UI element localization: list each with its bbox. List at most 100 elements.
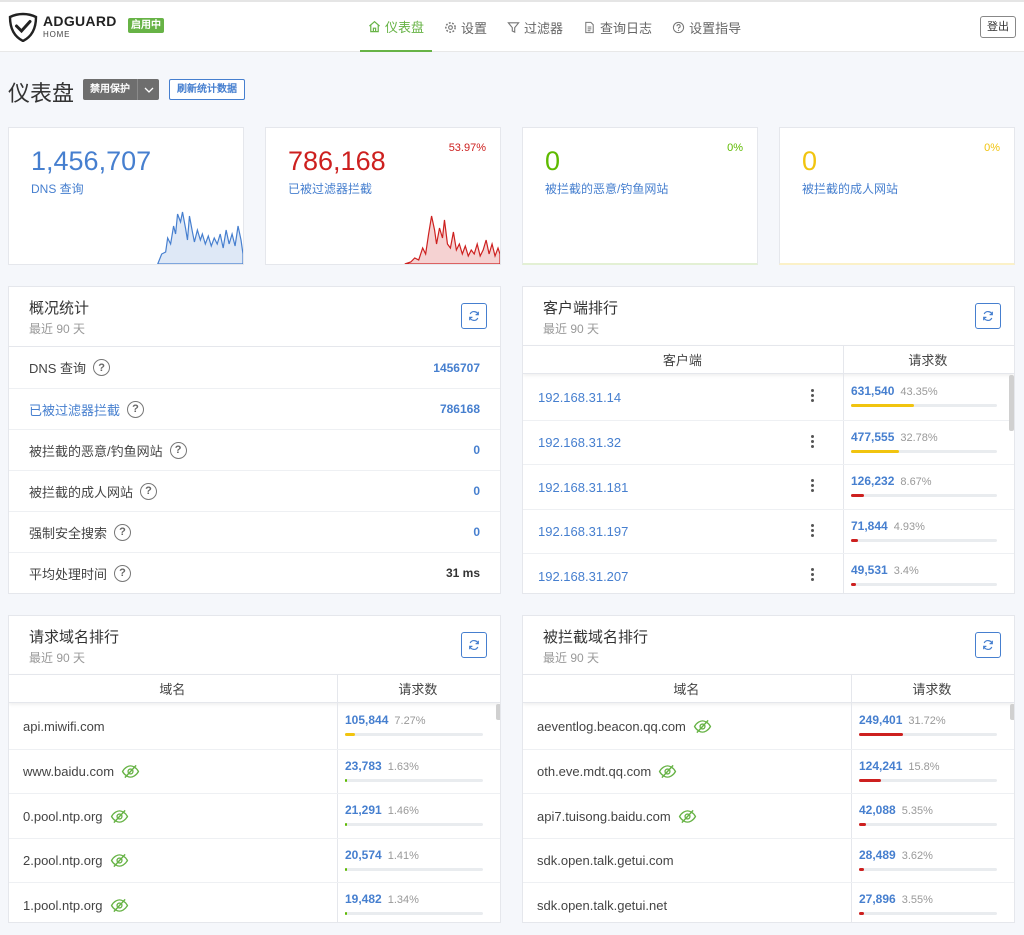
adguard-shield-logo-icon[interactable] — [8, 12, 38, 42]
scrollbar[interactable] — [1009, 375, 1014, 431]
count-value[interactable]: 23,783 — [345, 759, 382, 773]
refresh-icon[interactable] — [975, 303, 1001, 329]
domain-name[interactable]: www.baidu.com — [23, 750, 140, 794]
client-name[interactable]: 192.168.31.32 — [538, 421, 621, 465]
domain-name[interactable]: oth.eve.mdt.qq.com — [537, 750, 677, 794]
count-value[interactable]: 21,291 — [345, 803, 382, 817]
count-value[interactable]: 20,574 — [345, 848, 382, 862]
domain-name-text: 0.pool.ntp.org — [23, 808, 103, 824]
domain-name[interactable]: 0.pool.ntp.org — [23, 794, 129, 838]
table-row: 1.pool.ntp.org 19,482 1.34% — [9, 882, 500, 922]
request-count: 28,489 3.62% — [859, 847, 997, 871]
more-options-icon[interactable] — [810, 568, 814, 581]
client-name[interactable]: 192.168.31.207 — [538, 554, 628, 593]
client-name[interactable]: 192.168.31.181 — [538, 465, 628, 509]
help-circle-icon — [672, 21, 685, 33]
nav-query-log[interactable]: 查询日志 — [575, 2, 660, 52]
client-name-text[interactable]: 192.168.31.32 — [538, 435, 621, 450]
domain-name-text: aeventlog.beacon.qq.com — [537, 718, 686, 734]
domain-name[interactable]: api7.tuisong.baidu.com — [537, 794, 697, 838]
help-icon[interactable]: ? — [93, 359, 111, 376]
count-value[interactable]: 126,232 — [851, 474, 894, 488]
row-value[interactable]: 786168 — [440, 402, 480, 416]
more-options-icon[interactable] — [810, 389, 814, 402]
column-header-requests[interactable]: 请求数 — [842, 346, 1014, 373]
nav-filters[interactable]: 过滤器 — [499, 2, 571, 52]
count-value[interactable]: 124,241 — [859, 759, 902, 773]
count-percentage: 1.34% — [387, 894, 419, 906]
row-value[interactable]: 0 — [473, 443, 480, 457]
row-label[interactable]: 已被过滤器拦截? — [29, 400, 440, 419]
domain-name[interactable]: sdk.open.talk.getui.com — [537, 839, 674, 883]
scrollbar[interactable] — [496, 704, 500, 720]
stat-value: 0 — [802, 146, 818, 176]
scrollbar[interactable] — [1010, 704, 1014, 720]
disable-protection-button[interactable]: 禁用保护 — [83, 79, 159, 100]
client-name[interactable]: 192.168.31.14 — [538, 375, 621, 419]
refresh-icon[interactable] — [461, 303, 487, 329]
count-value[interactable]: 28,489 — [859, 848, 896, 862]
nav-settings[interactable]: 设置 — [436, 2, 495, 52]
eye-slash-icon[interactable] — [121, 764, 140, 779]
domain-name[interactable]: 1.pool.ntp.org — [23, 883, 129, 922]
client-name-text[interactable]: 192.168.31.14 — [538, 390, 621, 405]
domain-name[interactable]: aeventlog.beacon.qq.com — [537, 704, 712, 748]
help-icon[interactable]: ? — [114, 564, 132, 582]
nav-setup-guide[interactable]: 设置指导 — [664, 2, 749, 52]
table-row: 192.168.31.181 126,232 8.67% — [523, 464, 1014, 508]
stat-label[interactable]: 被拦截的恶意/钓鱼网站 — [545, 180, 668, 197]
eye-slash-icon[interactable] — [110, 898, 129, 913]
chevron-down-icon[interactable] — [137, 79, 159, 100]
domain-name[interactable]: api.miwifi.com — [23, 704, 105, 748]
eye-slash-icon[interactable] — [693, 719, 712, 734]
column-header-client[interactable]: 客户端 — [523, 346, 842, 373]
refresh-icon[interactable] — [461, 632, 487, 658]
column-header-domain[interactable]: 域名 — [523, 675, 850, 702]
client-name[interactable]: 192.168.31.197 — [538, 510, 628, 554]
count-percentage: 31.72% — [908, 715, 946, 727]
client-name-text[interactable]: 192.168.31.197 — [538, 524, 628, 539]
count-value[interactable]: 19,482 — [345, 892, 382, 906]
count-value[interactable]: 71,844 — [851, 519, 888, 533]
row-value[interactable]: 0 — [473, 525, 480, 539]
stat-label[interactable]: 已被过滤器拦截 — [288, 180, 372, 197]
row-value[interactable]: 1456707 — [433, 361, 480, 375]
stat-label[interactable]: 被拦截的成人网站 — [802, 180, 898, 197]
eye-slash-icon[interactable] — [658, 764, 677, 779]
nav-dashboard[interactable]: 仪表盘 — [360, 2, 433, 52]
help-icon[interactable]: ? — [140, 482, 158, 500]
count-value[interactable]: 42,088 — [859, 803, 896, 817]
help-icon[interactable]: ? — [114, 523, 132, 541]
more-options-icon[interactable] — [810, 479, 814, 492]
column-header-requests[interactable]: 请求数 — [850, 675, 1014, 702]
column-header-domain[interactable]: 域名 — [9, 675, 336, 702]
client-name-text[interactable]: 192.168.31.207 — [538, 569, 628, 584]
logout-button[interactable]: 登出 — [980, 16, 1016, 38]
more-options-icon[interactable] — [810, 434, 814, 448]
progress-bar-fill — [859, 867, 864, 871]
column-header-requests[interactable]: 请求数 — [336, 675, 500, 702]
count-value[interactable]: 477,555 — [851, 430, 894, 444]
progress-bar-track — [851, 538, 997, 542]
eye-slash-icon[interactable] — [110, 809, 129, 824]
row-label-text: 被拦截的恶意/钓鱼网站 — [29, 443, 163, 459]
row-value[interactable]: 0 — [473, 484, 480, 498]
count-value[interactable]: 49,531 — [851, 563, 888, 577]
domain-name[interactable]: sdk.open.talk.getui.net — [537, 883, 667, 922]
help-icon[interactable]: ? — [169, 441, 187, 459]
eye-slash-icon[interactable] — [678, 809, 697, 824]
count-value[interactable]: 631,540 — [851, 384, 894, 398]
client-name-text[interactable]: 192.168.31.181 — [538, 480, 628, 495]
stat-label[interactable]: DNS 查询 — [31, 180, 84, 197]
count-value[interactable]: 249,401 — [859, 713, 902, 727]
help-icon[interactable]: ? — [127, 400, 145, 418]
more-options-icon[interactable] — [810, 523, 814, 537]
count-value[interactable]: 105,844 — [345, 713, 388, 727]
progress-bar-track — [851, 449, 997, 453]
eye-slash-icon[interactable] — [110, 853, 129, 868]
domain-name[interactable]: 2.pool.ntp.org — [23, 839, 129, 883]
refresh-statistics-button[interactable]: 刷新统计数据 — [169, 79, 245, 100]
refresh-icon[interactable] — [975, 632, 1001, 658]
progress-bar-track — [345, 733, 483, 736]
count-value[interactable]: 27,896 — [859, 892, 896, 906]
